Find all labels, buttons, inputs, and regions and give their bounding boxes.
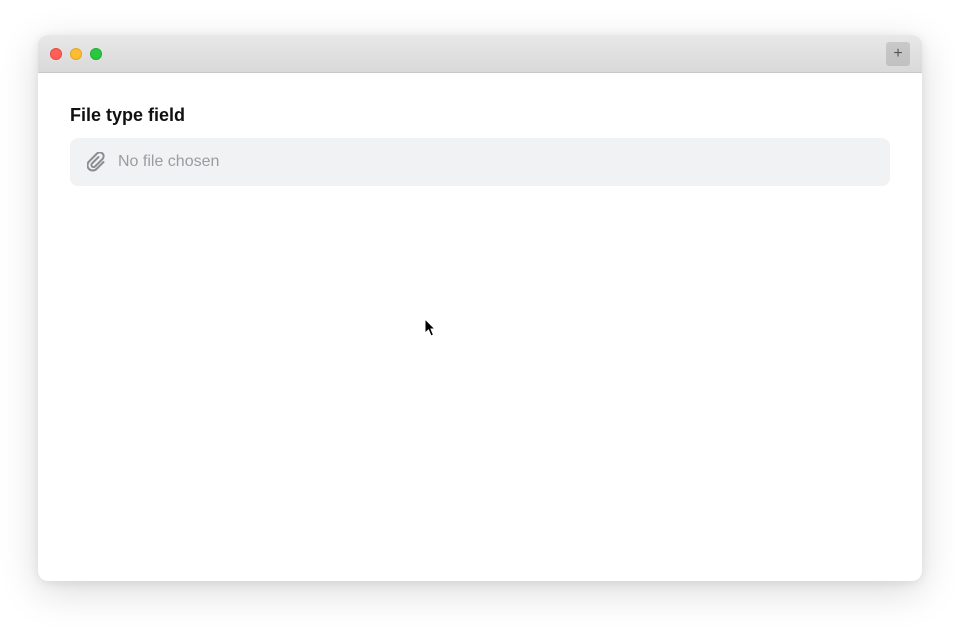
file-input-field[interactable]: No file chosen	[70, 138, 890, 186]
close-window-button[interactable]	[50, 48, 62, 60]
plus-icon: +	[893, 46, 902, 62]
paperclip-icon	[86, 152, 106, 172]
window-titlebar: +	[38, 35, 922, 73]
field-heading: File type field	[70, 105, 890, 126]
maximize-window-button[interactable]	[90, 48, 102, 60]
app-window: + File type field No file chosen	[38, 35, 922, 581]
file-input-placeholder: No file chosen	[118, 153, 219, 171]
new-tab-button[interactable]: +	[886, 42, 910, 66]
minimize-window-button[interactable]	[70, 48, 82, 60]
window-content: File type field No file chosen	[38, 73, 922, 581]
traffic-lights	[50, 48, 102, 60]
